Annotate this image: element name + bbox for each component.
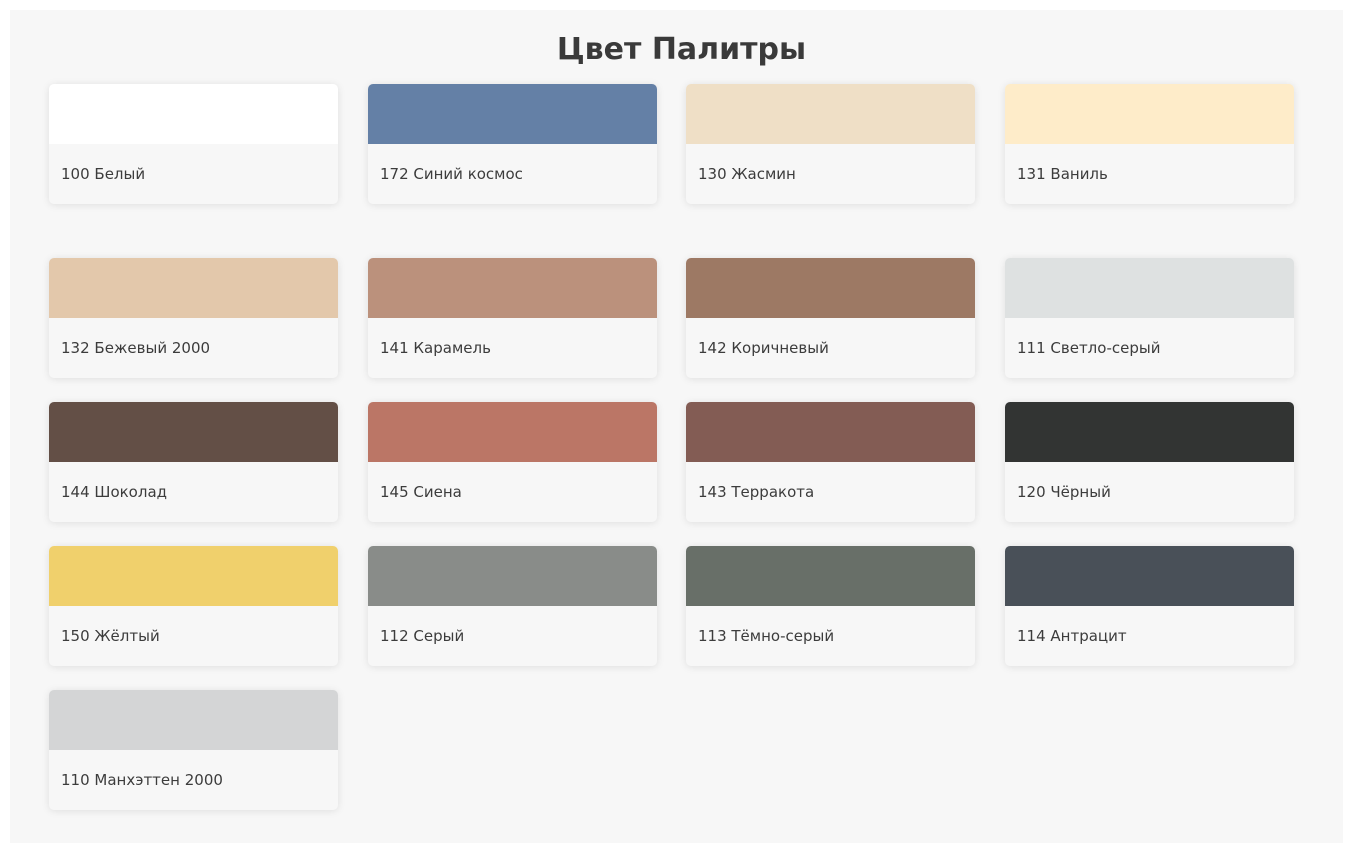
color-card-112[interactable]: 112 Серый xyxy=(368,546,657,666)
color-card-141[interactable]: 141 Карамель xyxy=(368,258,657,378)
color-card-120[interactable]: 120 Чёрный xyxy=(1005,402,1294,522)
color-swatch xyxy=(686,546,975,606)
color-swatch xyxy=(1005,258,1294,318)
color-swatch xyxy=(1005,546,1294,606)
color-label: 142 Коричневый xyxy=(698,339,829,357)
color-label: 114 Антрацит xyxy=(1017,627,1127,645)
color-swatch xyxy=(1005,402,1294,462)
color-swatch xyxy=(368,84,657,144)
color-label: 132 Бежевый 2000 xyxy=(61,339,211,357)
color-label: 110 Манхэттен 2000 xyxy=(61,771,223,789)
color-swatch xyxy=(49,402,338,462)
color-swatch xyxy=(368,258,657,318)
color-card-131[interactable]: 131 Ваниль xyxy=(1005,84,1294,204)
color-label: 131 Ваниль xyxy=(1017,165,1108,183)
color-swatch xyxy=(1005,84,1294,144)
color-label: 112 Серый xyxy=(380,627,465,645)
color-swatch xyxy=(686,258,975,318)
color-card-145[interactable]: 145 Сиена xyxy=(368,402,657,522)
page-title: Цвет Палитры xyxy=(556,32,807,67)
color-label: 111 Светло-серый xyxy=(1017,339,1161,357)
color-card-114[interactable]: 114 Антрацит xyxy=(1005,546,1294,666)
color-card-113[interactable]: 113 Тёмно-серый xyxy=(686,546,975,666)
color-label: 120 Чёрный xyxy=(1017,483,1111,501)
color-card-142[interactable]: 142 Коричневый xyxy=(686,258,975,378)
color-label: 144 Шоколад xyxy=(61,483,168,501)
color-card-143[interactable]: 143 Терракота xyxy=(686,402,975,522)
palette-panel: Цвет Палитры 100 Белый 172 Синий космос … xyxy=(10,10,1343,843)
color-card-172[interactable]: 172 Синий космос xyxy=(368,84,657,204)
color-swatch xyxy=(368,402,657,462)
color-card-110[interactable]: 110 Манхэттен 2000 xyxy=(49,690,338,810)
color-label: 145 Сиена xyxy=(380,483,462,501)
color-swatch xyxy=(49,690,338,750)
color-card-144[interactable]: 144 Шоколад xyxy=(49,402,338,522)
color-label: 141 Карамель xyxy=(380,339,491,357)
color-swatch xyxy=(49,546,338,606)
color-label: 130 Жасмин xyxy=(698,165,796,183)
color-swatch xyxy=(686,84,975,144)
color-label: 172 Синий космос xyxy=(380,165,523,183)
color-card-150[interactable]: 150 Жёлтый xyxy=(49,546,338,666)
color-label: 150 Жёлтый xyxy=(61,627,160,645)
color-card-130[interactable]: 130 Жасмин xyxy=(686,84,975,204)
color-card-111[interactable]: 111 Светло-серый xyxy=(1005,258,1294,378)
color-card-132[interactable]: 132 Бежевый 2000 xyxy=(49,258,338,378)
color-swatch xyxy=(49,84,338,144)
color-label: 143 Терракота xyxy=(698,483,815,501)
color-swatch xyxy=(49,258,338,318)
color-swatch xyxy=(686,402,975,462)
color-label: 100 Белый xyxy=(61,165,146,183)
color-swatch xyxy=(368,546,657,606)
color-card-100[interactable]: 100 Белый xyxy=(49,84,338,204)
color-label: 113 Тёмно-серый xyxy=(698,627,835,645)
